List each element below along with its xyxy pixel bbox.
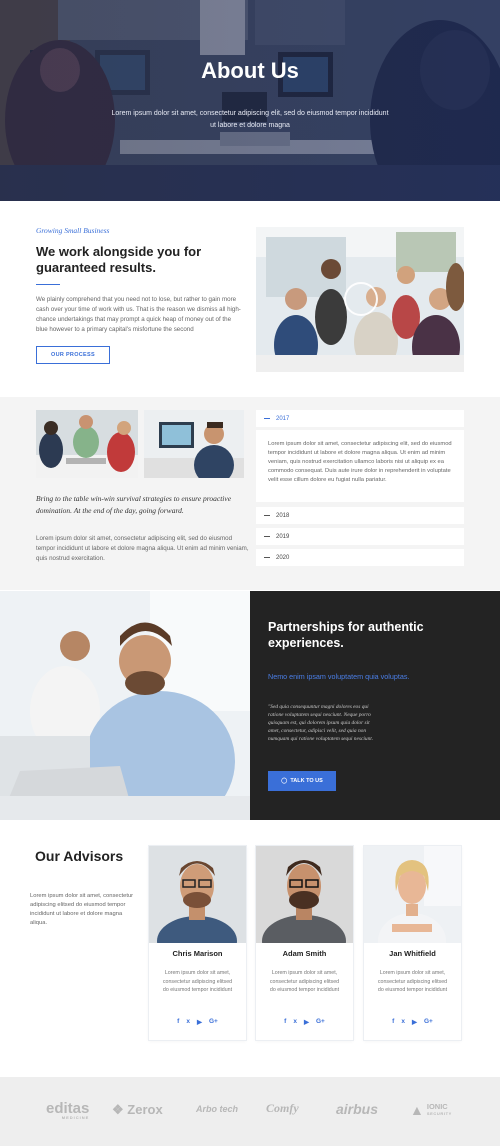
accordion-item-2019[interactable]: 2019: [256, 528, 464, 545]
history-text: Lorem ipsum dolor sit amet, consectetur …: [36, 535, 249, 562]
team-meeting-video[interactable]: [256, 227, 464, 372]
advisor-card: Chris Marison Lorem ipsum dolor sit amet…: [149, 846, 246, 1040]
accordion-item-2020[interactable]: 2020: [256, 549, 464, 566]
advisor-photo: [364, 846, 461, 943]
google-plus-icon[interactable]: G+: [424, 1018, 433, 1026]
man-with-laptop-photo: [0, 591, 250, 820]
twitter-icon[interactable]: x: [401, 1018, 405, 1026]
team-collaboration-photo: [36, 410, 138, 478]
logo-ionic: ▲ IONIC SECURITY: [410, 1102, 452, 1118]
minus-icon: [264, 515, 270, 516]
talk-to-us-button[interactable]: ◯ TALK TO US: [268, 771, 336, 791]
hero-banner: About Us Lorem ipsum dolor sit amet, con…: [0, 0, 500, 201]
accordion-panel-2017: Lorem ipsum dolor sit amet, consectetur …: [256, 430, 464, 502]
logo-editas: editas MEDICINE: [46, 1100, 90, 1120]
accordion-year: 2019: [276, 533, 290, 540]
partnership-subtitle: Nemo enim ipsam voluptatem quia voluptas…: [268, 672, 410, 681]
advisor-photo: [149, 846, 246, 943]
advisors-intro: Lorem ipsum dolor sit amet, consectetur …: [30, 893, 134, 926]
intro-title: We work alongside you for guaranteed res…: [36, 244, 202, 275]
intro-divider: [36, 284, 60, 285]
logo-comfy: Comfy: [266, 1101, 299, 1115]
minus-icon: [264, 536, 270, 537]
chat-icon: ◯: [281, 778, 288, 784]
logo-airbus: airbus: [336, 1101, 379, 1117]
twitter-icon[interactable]: x: [293, 1018, 297, 1026]
hero-subtitle: Lorem ipsum dolor sit amet, consectetur …: [111, 110, 389, 129]
google-plus-icon[interactable]: G+: [209, 1018, 218, 1026]
facebook-icon[interactable]: f: [284, 1018, 286, 1026]
youtube-icon[interactable]: ▶: [304, 1018, 309, 1026]
minus-icon: [264, 418, 270, 419]
minus-icon: [264, 557, 270, 558]
advisor-name: Adam Smith: [282, 949, 327, 958]
play-icon[interactable]: [344, 282, 378, 316]
google-plus-icon[interactable]: G+: [316, 1018, 325, 1026]
advisor-bio: Lorem ipsum dolor sit amet, consectetur …: [269, 970, 340, 993]
page-title: About Us: [201, 58, 299, 83]
logo-zerox: ❖ Zerox: [112, 1102, 163, 1117]
logo-arbotech: Arbo tech: [196, 1104, 239, 1114]
accordion-item-2018[interactable]: 2018: [256, 507, 464, 524]
zerox-mark-icon: ❖: [112, 1102, 128, 1117]
history-quote: Bring to the table win-win survival stra…: [36, 494, 232, 515]
accordion-year: 2020: [276, 554, 290, 561]
intro-eyebrow: Growing Small Business: [36, 226, 110, 235]
advisor-social-links: f x ▶ G+: [256, 1018, 353, 1026]
partnership-quote: "Sed quia consequuntur magni dolores eos…: [268, 704, 374, 742]
advisor-card: Jan Whitfield Lorem ipsum dolor sit amet…: [364, 846, 461, 1040]
man-at-computer-photo: [144, 410, 244, 478]
talk-to-us-label: TALK TO US: [290, 778, 323, 784]
facebook-icon[interactable]: f: [392, 1018, 394, 1026]
ionic-triangle-icon: ▲: [410, 1102, 424, 1118]
accordion-year: 2018: [276, 512, 290, 519]
youtube-icon[interactable]: ▶: [412, 1018, 417, 1026]
advisor-name: Chris Marison: [172, 949, 223, 958]
advisor-name: Jan Whitfield: [389, 949, 436, 958]
twitter-icon[interactable]: x: [186, 1018, 190, 1026]
advisor-bio: Lorem ipsum dolor sit amet, consectetur …: [377, 970, 448, 993]
advisor-photo: [256, 846, 353, 943]
intro-text: We plainly comprehend that you need not …: [36, 296, 241, 333]
accordion-year: 2017: [276, 415, 290, 422]
advisor-social-links: f x ▶ G+: [149, 1018, 246, 1026]
advisor-card: Adam Smith Lorem ipsum dolor sit amet, c…: [256, 846, 353, 1040]
accordion-item-2017[interactable]: 2017: [256, 410, 464, 427]
our-process-button[interactable]: OUR PROCESS: [36, 346, 110, 364]
advisor-bio: Lorem ipsum dolor sit amet, consectetur …: [162, 970, 233, 993]
advisor-social-links: f x ▶ G+: [364, 1018, 461, 1026]
facebook-icon[interactable]: f: [177, 1018, 179, 1026]
youtube-icon[interactable]: ▶: [197, 1018, 202, 1026]
advisors-heading: Our Advisors: [35, 848, 124, 864]
partnership-title: Partnerships for authentic experiences.: [268, 620, 424, 650]
